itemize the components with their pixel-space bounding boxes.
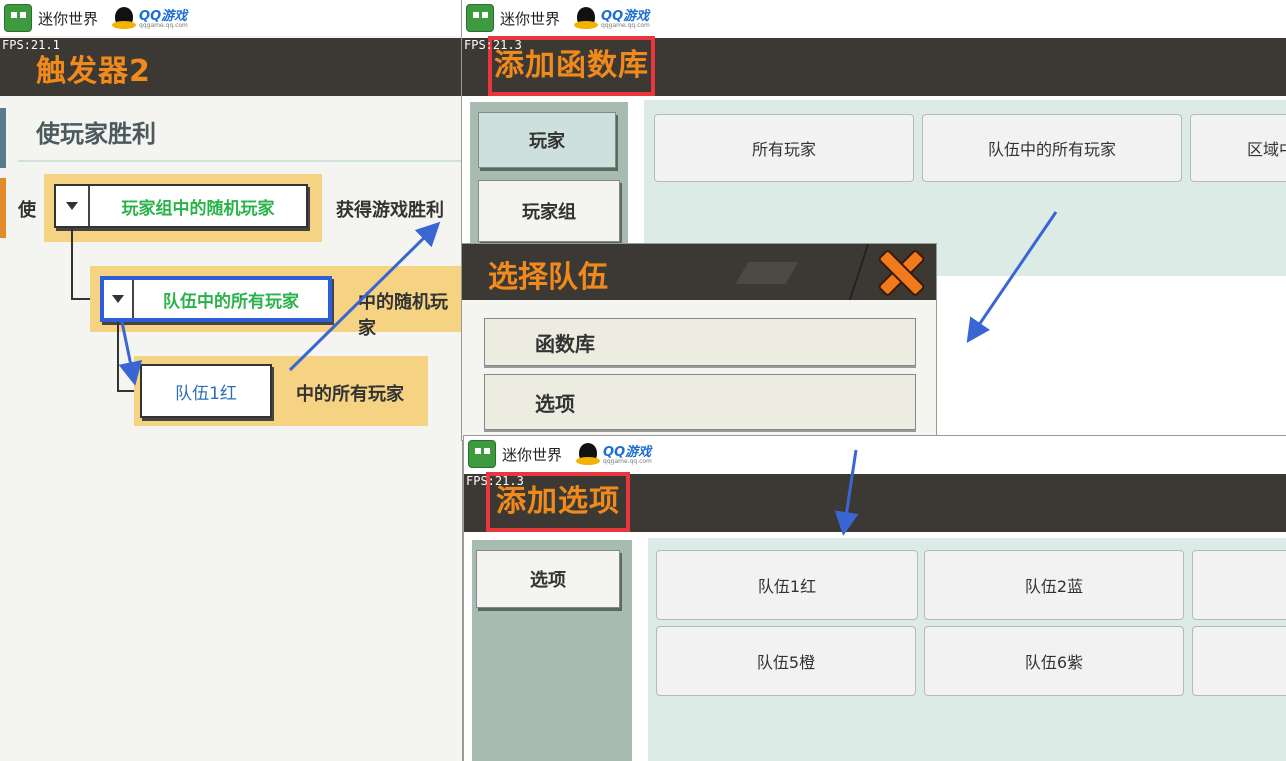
header-separator: [848, 244, 870, 300]
selector-label: 玩家组中的随机玩家: [121, 198, 275, 219]
option-team-6-purple[interactable]: 队伍6紫: [924, 626, 1184, 696]
action-prefix: 使: [18, 200, 36, 221]
option-area-players[interactable]: 区域中的所有玩家: [1190, 114, 1286, 182]
mini-world-logo-icon: [468, 440, 496, 468]
app-name: 迷你世界: [38, 9, 99, 28]
qq-penguin-icon: [576, 441, 601, 467]
condition-divider: [18, 160, 462, 162]
mini-world-logo-icon: [4, 4, 32, 32]
chevron-down-icon[interactable]: [104, 280, 134, 318]
category-player[interactable]: 玩家: [478, 112, 616, 168]
trigger-title: 触发器2: [36, 54, 151, 89]
trigger-header: 触发器2: [0, 38, 462, 96]
side-tab-strip: [0, 108, 6, 168]
qq-game-logo: QQ游戏 qqgame.qq.com: [139, 7, 188, 29]
close-icon[interactable]: [878, 250, 924, 296]
app-name: 迷你世界: [502, 445, 563, 464]
dialog-row-options[interactable]: 选项: [484, 374, 916, 430]
fps-counter: FPS:21.3: [466, 474, 524, 488]
side-tab-strip-active: [0, 178, 6, 238]
team-players-selector[interactable]: 队伍中的所有玩家: [100, 276, 332, 322]
qq-game-site: qqgame.qq.com: [601, 22, 650, 29]
app-name: 迷你世界: [500, 9, 561, 28]
option-header: 添加选项: [464, 472, 1286, 532]
chevron-down-icon[interactable]: [56, 186, 90, 226]
add-option-window: 迷你世界 QQ游戏 qqgame.qq.com 添加选项 FPS:21.3 选项…: [464, 436, 1286, 761]
team-selector[interactable]: 队伍1红: [140, 364, 272, 418]
option-team-2-blue[interactable]: 队伍2蓝: [924, 550, 1184, 620]
qq-penguin-icon: [574, 5, 599, 31]
tree-connector: [71, 228, 73, 300]
titlebar: 迷你世界 QQ游戏 qqgame.qq.com: [464, 436, 1286, 472]
selector-label: 队伍1红: [175, 383, 237, 404]
dialog-row-library[interactable]: 函数库: [484, 318, 916, 366]
category-options[interactable]: 选项: [476, 550, 620, 608]
selector-label: 队伍中的所有玩家: [163, 291, 299, 312]
qq-game-site: qqgame.qq.com: [139, 22, 188, 29]
tree-connector: [117, 322, 119, 392]
option-team-3[interactable]: [1192, 550, 1286, 620]
dialog-header: 选择队伍: [462, 244, 936, 300]
option-all-players[interactable]: 所有玩家: [654, 114, 914, 182]
action-suffix: 获得游戏胜利: [336, 200, 444, 221]
player-group-selector[interactable]: 玩家组中的随机玩家: [54, 184, 308, 228]
option-team-1-red[interactable]: 队伍1红: [656, 550, 918, 620]
option-team-players[interactable]: 队伍中的所有玩家: [922, 114, 1182, 182]
qq-game-site: qqgame.qq.com: [603, 458, 652, 465]
fps-counter: FPS:21.3: [464, 38, 522, 52]
mini-world-logo-icon: [466, 4, 494, 32]
library-header: 添加函数库: [462, 36, 1286, 96]
dialog-title: 选择队伍: [488, 260, 608, 295]
trigger-window: 迷你世界 QQ游戏 qqgame.qq.com 触发器2 FPS:21.1 使玩…: [0, 0, 462, 761]
category-player-group[interactable]: 玩家组: [478, 180, 620, 242]
titlebar: 迷你世界 QQ游戏 qqgame.qq.com: [0, 0, 462, 36]
option-team-5-orange[interactable]: 队伍5橙: [656, 626, 916, 696]
fps-counter: FPS:21.1: [2, 38, 60, 52]
option-team-7[interactable]: [1192, 626, 1286, 696]
param-suffix: 中的随机玩家: [358, 292, 448, 339]
select-team-dialog: 选择队伍 函数库 选项: [462, 244, 936, 440]
qq-game-logo: QQ游戏 qqgame.qq.com: [603, 443, 652, 465]
param-suffix: 中的所有玩家: [296, 384, 404, 405]
header-decoration: [735, 262, 799, 284]
qq-penguin-icon: [112, 5, 137, 31]
condition-title: 使玩家胜利: [36, 120, 156, 148]
qq-game-logo: QQ游戏 qqgame.qq.com: [601, 7, 650, 29]
titlebar: 迷你世界 QQ游戏 qqgame.qq.com: [462, 0, 1286, 36]
